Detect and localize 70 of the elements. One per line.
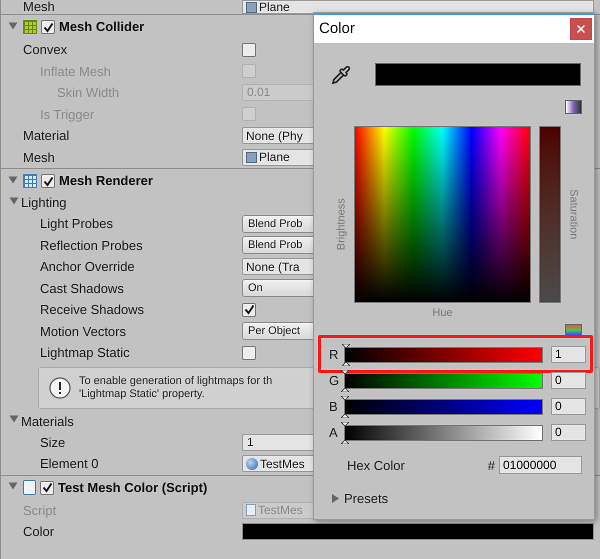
close-button[interactable]	[570, 18, 592, 40]
property-label: Size	[39, 434, 66, 452]
hex-label: Hex Color	[347, 456, 406, 474]
triangle-icon	[10, 414, 18, 424]
triangle-icon	[8, 482, 18, 490]
warning-icon	[49, 376, 71, 398]
presets-label[interactable]: Presets	[344, 489, 388, 508]
property-label: Motion Vectors	[39, 322, 127, 340]
channel-label: A	[329, 424, 339, 442]
channel-value-field[interactable]: 0	[551, 398, 586, 415]
channel-value-field[interactable]: 1	[551, 346, 586, 363]
triangle-icon	[8, 175, 18, 184]
foldout-label[interactable]: Materials	[21, 412, 74, 432]
channel-label: G	[329, 372, 340, 390]
saturation-bar[interactable]	[539, 126, 561, 303]
hue-brightness-square[interactable]	[354, 126, 531, 303]
component-title: Mesh Renderer	[59, 172, 153, 190]
channel-value-field[interactable]: 0	[551, 372, 586, 389]
hex-field[interactable]: 01000000	[499, 456, 582, 474]
slider-thumb[interactable]	[341, 422, 349, 444]
triangle-icon	[331, 494, 340, 504]
foldout-toggle[interactable]	[331, 494, 340, 504]
check-icon	[42, 22, 54, 32]
window-title: Color	[319, 18, 355, 39]
property-label: Reflection Probes	[39, 236, 144, 254]
property-label: Script	[22, 502, 58, 520]
slider-thumb[interactable]	[342, 344, 350, 366]
checkbox[interactable]	[242, 42, 256, 57]
check-icon	[244, 304, 254, 316]
check-icon	[42, 482, 52, 493]
property-label: Convex	[22, 41, 68, 59]
property-label: Receive Shadows	[39, 301, 146, 319]
property-label: Element 0	[39, 455, 100, 473]
color-field[interactable]	[242, 523, 594, 540]
channel-value-field[interactable]: 0	[551, 424, 586, 441]
property-label: Skin Width	[56, 84, 120, 102]
property-label: Mesh	[22, 148, 56, 166]
checkbox[interactable]	[242, 346, 256, 360]
checkbox[interactable]	[41, 20, 55, 34]
property-label: Mesh	[22, 0, 56, 14]
axis-label: Brightness	[334, 198, 349, 250]
component-title: Test Mesh Color (Script)	[58, 478, 208, 497]
property-label: Lightmap Static	[39, 344, 131, 362]
check-icon	[42, 176, 54, 186]
checkbox[interactable]	[41, 174, 55, 188]
property-label: Is Trigger	[39, 106, 96, 124]
hash-sign: #	[488, 456, 495, 474]
help-text: To enable generation of lightmaps for th 'Lightmap Static' property.	[79, 374, 272, 400]
triangle-icon	[10, 196, 18, 205]
axis-label: Saturation	[566, 189, 580, 240]
checkbox[interactable]	[242, 302, 256, 317]
eyedropper-icon[interactable]	[331, 64, 351, 84]
property-label: Material	[22, 127, 70, 145]
slider-mode-icon[interactable]	[565, 324, 582, 336]
foldout-label[interactable]: Lighting	[21, 193, 67, 213]
checkbox[interactable]	[40, 480, 54, 494]
property-label: Inflate Mesh	[39, 62, 112, 80]
channel-label: R	[329, 346, 340, 364]
axis-label: Hue	[432, 306, 453, 321]
property-label: Cast Shadows	[39, 280, 125, 298]
close-icon	[575, 23, 587, 35]
property-label: Color	[22, 523, 56, 541]
slider-thumb[interactable]	[341, 396, 349, 418]
property-label: Light Probes	[39, 215, 114, 233]
triangle-icon	[8, 21, 18, 30]
channel-label: B	[329, 398, 339, 416]
color-mode-icon[interactable]	[565, 100, 582, 114]
component-title: Mesh Collider	[59, 18, 144, 36]
slider-thumb[interactable]	[341, 370, 349, 392]
property-label: Anchor Override	[39, 258, 136, 276]
